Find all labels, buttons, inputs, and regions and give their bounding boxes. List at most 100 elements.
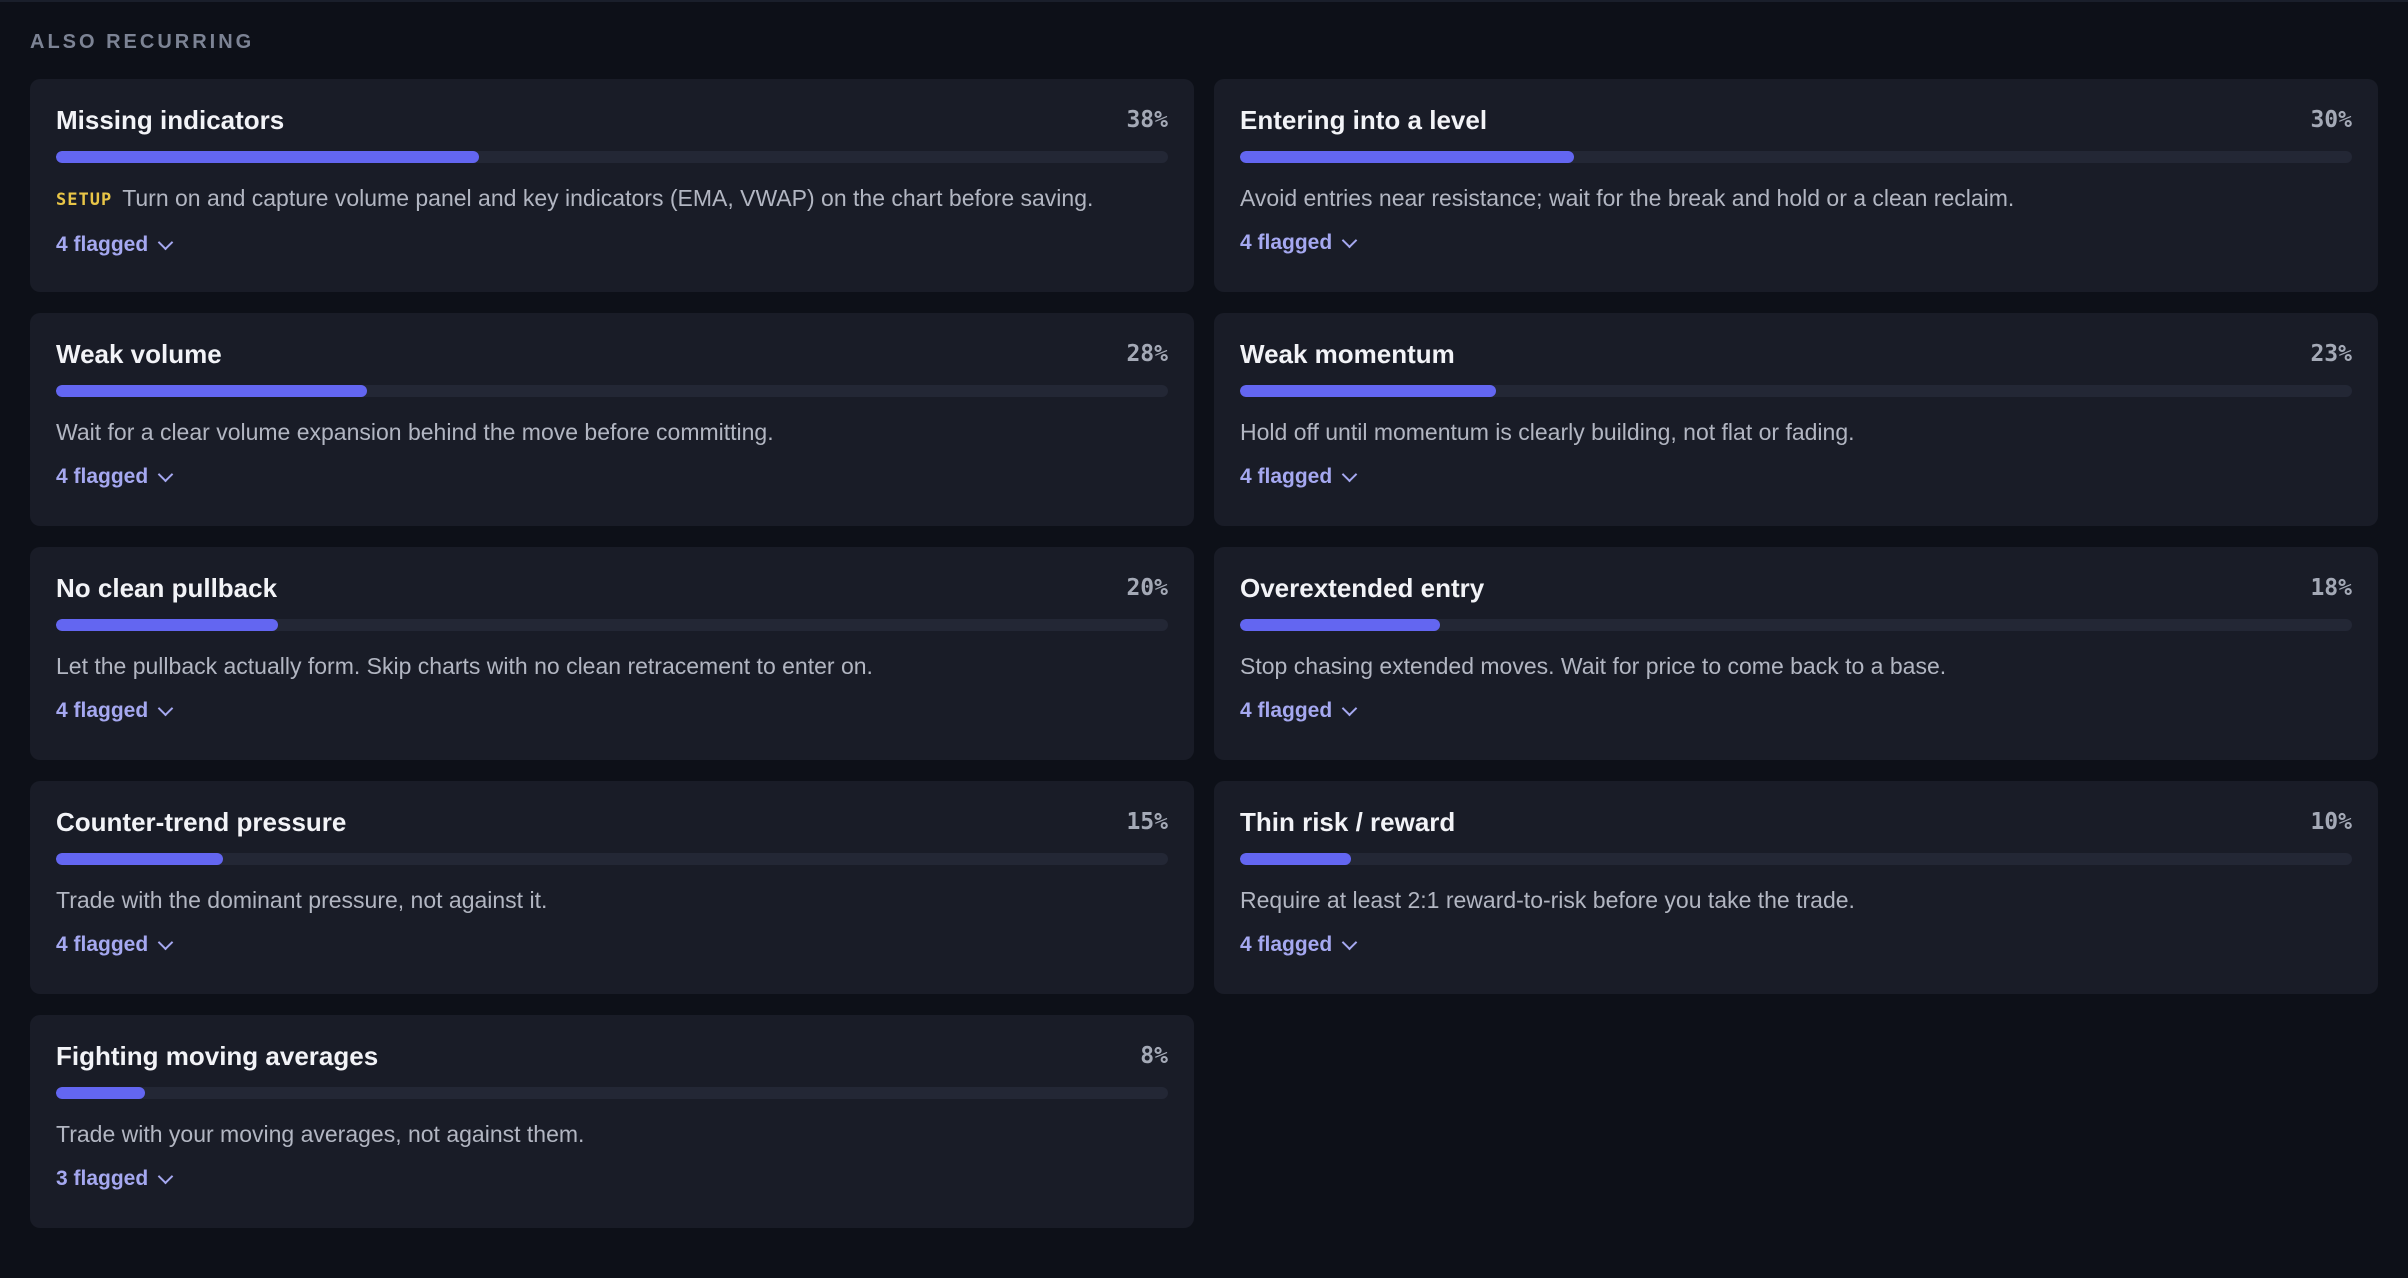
description-text: Hold off until momentum is clearly build… — [1240, 419, 1855, 445]
card-header: Counter-trend pressure 15% — [56, 807, 1168, 837]
issue-percent: 28% — [1126, 341, 1168, 367]
flagged-count: 4 flagged — [1240, 465, 1333, 488]
progress-fill — [1240, 151, 1574, 163]
chevron-down-icon — [157, 934, 174, 950]
issue-percent: 30% — [2310, 107, 2352, 133]
description-text: Require at least 2:1 reward-to-risk befo… — [1240, 887, 1855, 913]
flagged-count: 4 flagged — [56, 699, 149, 722]
flagged-toggle[interactable]: 4 flagged — [56, 465, 174, 489]
card-header: No clean pullback 20% — [56, 573, 1168, 603]
issue-tag: SETUP — [56, 190, 113, 210]
recurring-issues-grid: Missing indicators 38% SETUP Turn on and … — [30, 79, 2378, 1228]
flagged-count: 4 flagged — [1240, 699, 1333, 722]
issue-card: Fighting moving averages 8% Trade with y… — [30, 1015, 1194, 1228]
progress-bar — [56, 385, 1168, 397]
issue-description: Hold off until momentum is clearly build… — [1240, 417, 2352, 447]
progress-fill — [56, 619, 279, 631]
flagged-toggle[interactable]: 4 flagged — [56, 233, 174, 257]
description-text: Stop chasing extended moves. Wait for pr… — [1240, 653, 1947, 679]
issue-title: Weak momentum — [1240, 338, 1455, 369]
flagged-count: 4 flagged — [1240, 933, 1333, 956]
card-header: Weak momentum 23% — [1240, 339, 2352, 369]
issue-title: Counter-trend pressure — [56, 806, 347, 837]
flagged-toggle[interactable]: 4 flagged — [1240, 933, 1358, 957]
progress-bar — [56, 619, 1168, 631]
description-text: Avoid entries near resistance; wait for … — [1240, 185, 2015, 211]
issue-card: Weak volume 28% Wait for a clear volume … — [30, 313, 1194, 526]
issue-description: Trade with the dominant pressure, not ag… — [56, 885, 1168, 915]
issue-description: SETUP Turn on and capture volume panel an… — [56, 183, 1168, 215]
progress-fill — [1240, 853, 1352, 865]
issue-title: No clean pullback — [56, 572, 278, 603]
issue-card: Entering into a level 30% Avoid entries … — [1214, 79, 2378, 292]
progress-bar — [56, 853, 1168, 865]
flagged-count: 3 flagged — [56, 1167, 149, 1190]
progress-fill — [1240, 385, 1496, 397]
progress-bar — [1240, 385, 2352, 397]
chevron-down-icon — [157, 466, 174, 482]
top-divider — [0, 0, 2408, 2]
issue-description: Let the pullback actually form. Skip cha… — [56, 651, 1168, 681]
chevron-down-icon — [1341, 466, 1358, 482]
card-header: Thin risk / reward 10% — [1240, 807, 2352, 837]
issue-title: Missing indicators — [56, 104, 285, 135]
card-header: Missing indicators 38% — [56, 105, 1168, 135]
issue-percent: 23% — [2310, 341, 2352, 367]
description-text: Wait for a clear volume expansion behind… — [56, 419, 774, 445]
issue-card: Counter-trend pressure 15% Trade with th… — [30, 781, 1194, 994]
description-text: Trade with the dominant pressure, not ag… — [56, 887, 548, 913]
issue-card: Overextended entry 18% Stop chasing exte… — [1214, 547, 2378, 760]
issue-title: Entering into a level — [1240, 104, 1488, 135]
card-header: Weak volume 28% — [56, 339, 1168, 369]
issue-title: Thin risk / reward — [1240, 806, 1456, 837]
chevron-down-icon — [1341, 934, 1358, 950]
description-text: Turn on and capture volume panel and key… — [122, 185, 1094, 211]
progress-fill — [56, 151, 479, 163]
flagged-toggle[interactable]: 4 flagged — [56, 933, 174, 957]
issue-description: Wait for a clear volume expansion behind… — [56, 417, 1168, 447]
issue-card: No clean pullback 20% Let the pullback a… — [30, 547, 1194, 760]
flagged-toggle[interactable]: 4 flagged — [56, 699, 174, 723]
progress-bar — [1240, 853, 2352, 865]
progress-bar — [1240, 619, 2352, 631]
issue-percent: 10% — [2310, 809, 2352, 835]
chevron-down-icon — [1341, 700, 1358, 716]
issue-title: Weak volume — [56, 338, 222, 369]
issue-percent: 15% — [1126, 809, 1168, 835]
issue-percent: 38% — [1126, 107, 1168, 133]
issue-title: Fighting moving averages — [56, 1040, 379, 1071]
flagged-toggle[interactable]: 4 flagged — [1240, 465, 1358, 489]
chevron-down-icon — [157, 234, 174, 250]
chevron-down-icon — [157, 1168, 174, 1184]
issue-description: Avoid entries near resistance; wait for … — [1240, 183, 2352, 213]
progress-fill — [1240, 619, 1441, 631]
progress-fill — [56, 1087, 145, 1099]
section-label: ALSO RECURRING — [30, 31, 255, 53]
chevron-down-icon — [1341, 232, 1358, 248]
progress-bar — [56, 151, 1168, 163]
issue-card: Weak momentum 23% Hold off until momentu… — [1214, 313, 2378, 526]
chevron-down-icon — [157, 700, 174, 716]
card-header: Entering into a level 30% — [1240, 105, 2352, 135]
flagged-count: 4 flagged — [56, 933, 149, 956]
card-header: Fighting moving averages 8% — [56, 1041, 1168, 1071]
issue-title: Overextended entry — [1240, 572, 1485, 603]
flagged-toggle[interactable]: 4 flagged — [1240, 231, 1358, 255]
progress-fill — [56, 853, 223, 865]
flagged-toggle[interactable]: 4 flagged — [1240, 699, 1358, 723]
issue-description: Stop chasing extended moves. Wait for pr… — [1240, 651, 2352, 681]
flagged-count: 4 flagged — [1240, 231, 1333, 254]
card-header: Overextended entry 18% — [1240, 573, 2352, 603]
description-text: Trade with your moving averages, not aga… — [56, 1121, 585, 1147]
issue-card: Thin risk / reward 10% Require at least … — [1214, 781, 2378, 994]
progress-fill — [56, 385, 368, 397]
issue-percent: 8% — [1140, 1043, 1168, 1069]
issue-description: Require at least 2:1 reward-to-risk befo… — [1240, 885, 2352, 915]
issue-description: Trade with your moving averages, not aga… — [56, 1119, 1168, 1149]
flagged-count: 4 flagged — [56, 233, 149, 256]
flagged-count: 4 flagged — [56, 465, 149, 488]
issue-card: Missing indicators 38% SETUP Turn on and … — [30, 79, 1194, 292]
issue-percent: 18% — [2310, 575, 2352, 601]
progress-bar — [56, 1087, 1168, 1099]
flagged-toggle[interactable]: 3 flagged — [56, 1167, 174, 1191]
